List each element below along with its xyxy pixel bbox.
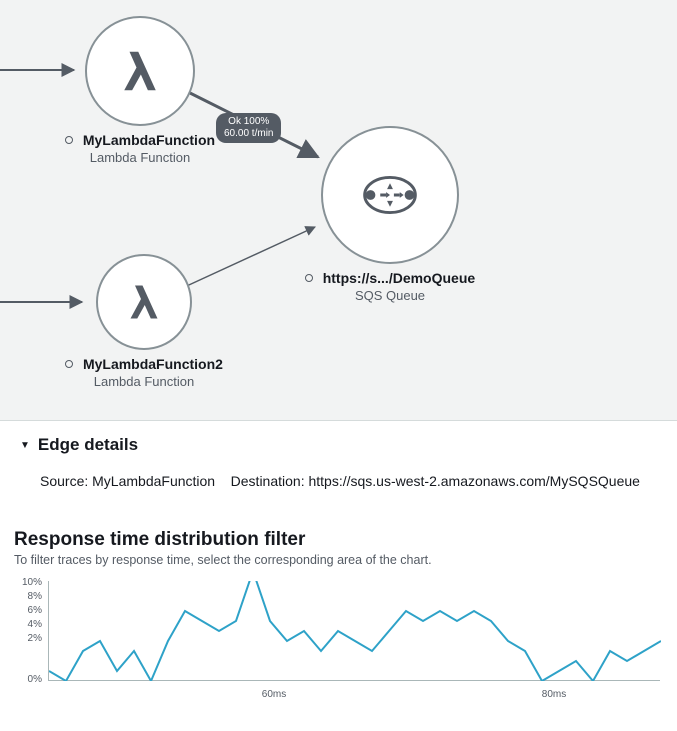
edge-badge-line1: Ok 100% — [224, 116, 273, 128]
y-tick: 8% — [14, 591, 42, 602]
node-lambda-2[interactable]: MyLambdaFunction2 Lambda Function — [44, 254, 244, 389]
node-lambda-1[interactable]: MyLambdaFunction Lambda Function — [40, 16, 240, 165]
x-tick: 60ms — [262, 689, 286, 700]
lambda-icon — [120, 278, 168, 326]
status-indicator — [305, 274, 313, 282]
y-tick: 4% — [14, 619, 42, 630]
edge-badge-line2: 60.00 t/min — [224, 128, 273, 140]
lambda-icon — [112, 43, 168, 99]
y-tick: 2% — [14, 633, 42, 644]
status-indicator — [65, 136, 73, 144]
y-tick: 10% — [14, 577, 42, 588]
node-title: MyLambdaFunction — [83, 132, 215, 148]
chart-subtitle: To filter traces by response time, selec… — [14, 553, 663, 567]
edge-details-heading: Edge details — [38, 435, 138, 455]
plot-area[interactable] — [48, 581, 660, 681]
response-time-chart-section: Response time distribution filter To fil… — [0, 509, 677, 731]
service-map[interactable]: MyLambdaFunction Lambda Function MyLambd… — [0, 0, 677, 420]
node-subtitle: SQS Queue — [290, 288, 490, 303]
chart-title: Response time distribution filter — [14, 529, 663, 551]
node-title: MyLambdaFunction2 — [83, 356, 223, 372]
y-tick: 0% — [14, 674, 42, 685]
chart[interactable]: 10% 8% 6% 4% 2% 0% 60ms 80ms — [14, 581, 664, 721]
edge-details-toggle[interactable]: ▼ Edge details — [20, 435, 657, 455]
edge-metrics-badge: Ok 100% 60.00 t/min — [216, 113, 281, 143]
sqs-icon — [351, 156, 429, 234]
status-indicator — [65, 360, 73, 368]
line-series — [49, 581, 661, 681]
node-title: https://s.../DemoQueue — [323, 270, 475, 286]
edge-details-panel: ▼ Edge details Source: MyLambdaFunction … — [0, 420, 677, 509]
x-tick: 80ms — [542, 689, 566, 700]
y-tick: 6% — [14, 605, 42, 616]
node-sqs[interactable]: https://s.../DemoQueue SQS Queue — [290, 126, 490, 303]
caret-down-icon: ▼ — [20, 440, 30, 451]
node-subtitle: Lambda Function — [44, 374, 244, 389]
node-subtitle: Lambda Function — [40, 150, 240, 165]
edge-details-text: Source: MyLambdaFunction Destination: ht… — [40, 473, 657, 489]
